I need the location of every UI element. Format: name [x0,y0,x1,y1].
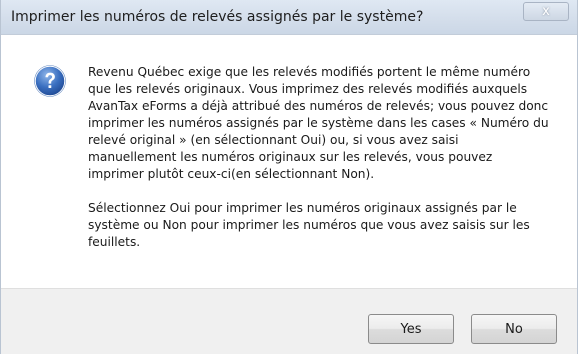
dialog-body: Revenu Québec exige que les relevés modi… [1,35,577,288]
close-button[interactable]: x [523,2,569,21]
message-paragraph-1: Revenu Québec exige que les relevés modi… [88,65,549,181]
dialog-title: Imprimer les numéros de relevés assignés… [11,9,424,25]
title-bar[interactable]: Imprimer les numéros de relevés assignés… [1,0,577,35]
close-icon: x [542,4,550,19]
no-button[interactable]: No [471,314,557,344]
dialog-message: Revenu Québec exige que les relevés modi… [88,64,550,268]
dialog-window: Imprimer les numéros de relevés assignés… [0,0,578,354]
yes-button[interactable]: Yes [368,314,454,344]
message-paragraph-2: Sélectionnez Oui pour imprimer les numér… [88,201,530,249]
button-bar: Yes No [1,288,577,354]
question-icon [34,65,66,97]
